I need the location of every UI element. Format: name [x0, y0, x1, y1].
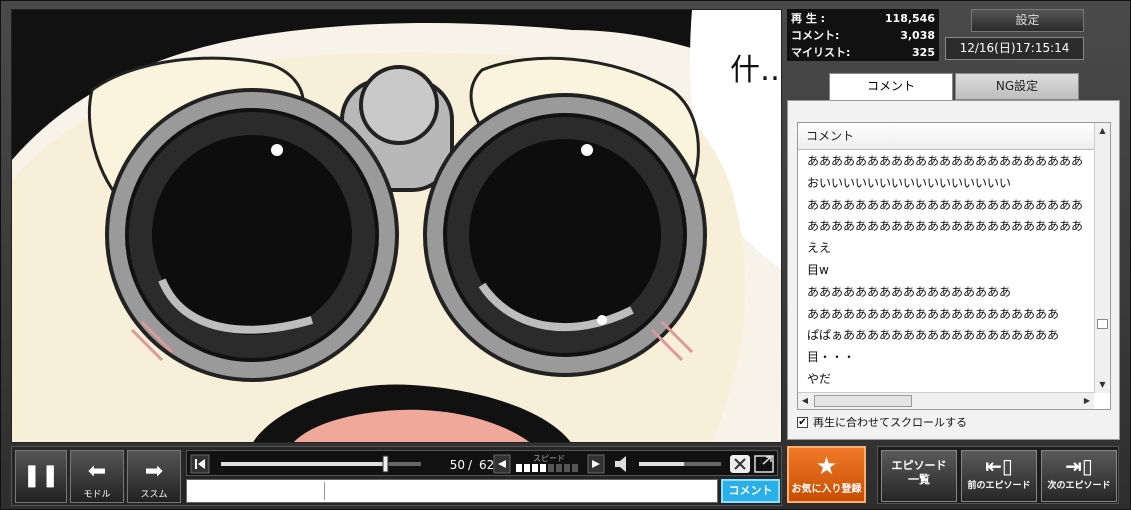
scroll-right-icon[interactable]: ▶: [1080, 393, 1094, 409]
episode-list-button[interactable]: エピソード 一覧: [881, 450, 957, 502]
page-total: 62: [479, 458, 494, 472]
speed-bar: [540, 464, 546, 472]
episode-list-label-line2: 一覧: [908, 473, 930, 486]
speed-down-icon[interactable]: [493, 454, 511, 474]
vertical-scrollbar[interactable]: ▲ ▼: [1094, 123, 1110, 393]
speed-label: スピード: [533, 454, 565, 463]
comment-submit-button[interactable]: コメント: [721, 479, 780, 503]
speed-bar: [572, 464, 578, 472]
list-item[interactable]: ええ: [798, 238, 1094, 260]
fullscreen-icon[interactable]: [754, 455, 774, 473]
mylist-value: 325: [912, 46, 935, 59]
prev-episode-icon: ⇤▯: [985, 454, 1013, 478]
stats-box: 再 生 : 118,546 コメント: 3,038 マイリスト: 325: [787, 9, 939, 61]
back-button[interactable]: ⬅ モドル: [70, 450, 124, 503]
video-caption: 什……: [730, 53, 782, 88]
comment-list-rows: あああああああああああああああああああああああ おいいいいいいいいいいいいいいい…: [798, 151, 1094, 391]
speed-bar: [548, 464, 554, 472]
speed-bar: [516, 464, 522, 472]
page-separator: /: [468, 458, 473, 472]
comments-row: コメント: 3,038: [791, 27, 935, 44]
mylist-label: マイリスト:: [791, 46, 851, 59]
list-item[interactable]: あああああああああああああああああああああああ: [798, 151, 1094, 173]
tab-ng-settings[interactable]: NG設定: [955, 73, 1079, 100]
horizontal-scroll-thumb[interactable]: [814, 395, 912, 407]
prev-episode-button[interactable]: ⇤▯ 前のエピソード: [961, 450, 1037, 502]
comments-value: 3,038: [900, 29, 935, 42]
speed-bar: [524, 464, 530, 472]
vertical-scroll-thumb[interactable]: [1097, 319, 1108, 329]
speed-bar: [532, 464, 538, 472]
video-viewport[interactable]: 什……: [11, 9, 782, 443]
seek-controls: 50 / 62 スピード: [190, 454, 774, 474]
back-label: モドル: [83, 490, 111, 500]
views-value: 118,546: [884, 12, 935, 25]
player-frame: 什…… 再 生 : 118,546 コメント: 3,038 マイリスト: 325…: [0, 0, 1131, 510]
scroll-sync-checkbox[interactable]: ✔: [797, 416, 808, 428]
list-item[interactable]: 目w: [798, 260, 1094, 282]
mylist-row: マイリスト: 325: [791, 44, 935, 61]
list-item[interactable]: ぱぱぁああああああああああああああああああ: [798, 325, 1094, 347]
tab-comments[interactable]: コメント: [829, 73, 953, 101]
datetime-display: 12/16(日)17:15:14: [945, 37, 1084, 60]
scroll-left-icon[interactable]: ◀: [798, 393, 812, 409]
scroll-sync-label: 再生に合わせてスクロールする: [813, 416, 967, 429]
episode-nav: エピソード 一覧 ⇤▯ 前のエピソード ⇥▯ 次のエピソード: [877, 446, 1119, 504]
list-item[interactable]: あああああああああああああああああああああああ: [798, 195, 1094, 217]
command-input[interactable]: [187, 480, 324, 502]
scroll-up-icon[interactable]: ▲: [1095, 123, 1110, 139]
settings-button[interactable]: 設定: [971, 9, 1084, 32]
list-item[interactable]: おいいいいいいいいいいいいいいいい: [798, 173, 1094, 195]
horizontal-scrollbar[interactable]: ◀ ▶: [798, 392, 1094, 409]
list-item[interactable]: あああああああああああああああああ: [798, 282, 1094, 304]
arrow-right-icon: ➡: [144, 459, 164, 484]
manga-frame-binoculars: 什……: [12, 10, 782, 442]
seekbar-area: 50 / 62 スピード: [186, 450, 778, 476]
comment-input[interactable]: [325, 480, 717, 502]
scroll-sync-option[interactable]: ✔ 再生に合わせてスクロールする: [797, 414, 967, 430]
control-bar: ❚❚ ⬅ モドル ➡ ススム 50 / 62 スピード コメント: [11, 446, 782, 506]
list-item[interactable]: あああああああああああああああああああああああ: [798, 216, 1094, 238]
star-icon: ★: [815, 452, 838, 480]
comment-panel: コメント あああああああああああああああああああああああ おいいいいいいいいいい…: [787, 100, 1120, 440]
next-episode-icon: ⇥▯: [1065, 454, 1093, 478]
episode-list-label-line1: エピソード: [891, 459, 947, 472]
speed-up-icon[interactable]: [587, 454, 605, 474]
arrow-left-icon: ⬅: [87, 459, 107, 484]
speed-bar: [564, 464, 570, 472]
list-item[interactable]: あああああああああああああああああああああ: [798, 304, 1094, 326]
comment-list[interactable]: コメント あああああああああああああああああああああああ おいいいいいいいいいい…: [797, 122, 1111, 410]
pause-icon: ❚❚: [22, 463, 60, 488]
comments-label: コメント:: [791, 29, 840, 42]
comment-toggle-icon[interactable]: [730, 455, 750, 473]
comment-list-header[interactable]: コメント: [798, 123, 1094, 150]
seek-thumb[interactable]: [382, 455, 389, 473]
list-item[interactable]: やだ: [798, 369, 1094, 391]
next-episode-button[interactable]: ⇥▯ 次のエピソード: [1041, 450, 1117, 502]
volume-icon[interactable]: [615, 456, 626, 472]
comment-input-row: [186, 479, 718, 503]
speed-meter[interactable]: [516, 464, 578, 472]
list-item[interactable]: 目・・・: [798, 347, 1094, 369]
page-current: 50: [450, 458, 465, 472]
skip-start-icon[interactable]: [190, 454, 210, 474]
views-label: 再 生 :: [791, 12, 826, 25]
forward-button[interactable]: ➡ ススム: [127, 450, 181, 503]
next-episode-label: 次のエピソード: [1047, 481, 1111, 491]
seek-fill: [221, 462, 385, 466]
speed-bar: [556, 464, 562, 472]
favorite-button[interactable]: ★ お気に入り登録: [787, 446, 866, 503]
favorite-label: お気に入り登録: [791, 484, 862, 495]
forward-label: ススム: [140, 490, 168, 500]
scroll-down-icon[interactable]: ▼: [1095, 377, 1110, 393]
views-row: 再 生 : 118,546: [791, 10, 935, 27]
pause-button[interactable]: ❚❚: [15, 450, 67, 503]
volume-fill: [639, 462, 685, 466]
prev-episode-label: 前のエピソード: [967, 481, 1031, 491]
